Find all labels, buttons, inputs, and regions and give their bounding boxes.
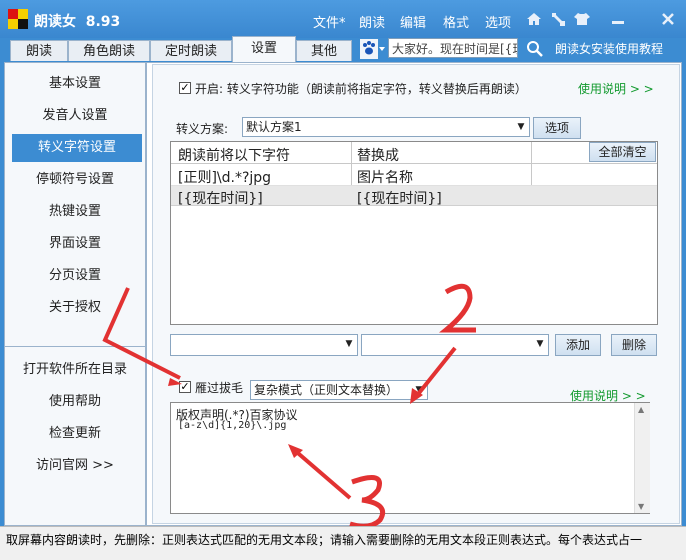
enable-escape-checkbox[interactable]: ✓ bbox=[179, 82, 191, 94]
sidebar-divider bbox=[4, 346, 146, 347]
chevron-down-icon: ▼ bbox=[536, 339, 544, 349]
home-icon[interactable] bbox=[525, 10, 543, 28]
chevron-down-icon: ▼ bbox=[345, 339, 353, 349]
search-icon[interactable] bbox=[526, 40, 544, 58]
table-cell[interactable]: 图片名称 bbox=[357, 167, 413, 187]
app-logo bbox=[8, 9, 28, 29]
filter-label: 雁过拔毛 bbox=[195, 381, 244, 395]
help-link[interactable]: 使用帮助 bbox=[4, 388, 146, 416]
sidebar-item-hotkeys[interactable]: 热键设置 bbox=[4, 198, 146, 226]
install-tutorial-link[interactable]: 朗读女安装使用教程 bbox=[555, 40, 663, 57]
shirt-icon[interactable] bbox=[573, 10, 591, 28]
tab-other[interactable]: 其他 bbox=[296, 40, 352, 61]
close-icon[interactable] bbox=[659, 10, 677, 28]
menu-edit[interactable]: 编辑 bbox=[400, 12, 426, 31]
filter-mode-value: 复杂模式（正则文本替换） bbox=[254, 383, 399, 397]
scheme-value: 默认方案1 bbox=[246, 120, 302, 134]
tools-icon[interactable] bbox=[549, 10, 567, 28]
chevron-down-icon: ▼ bbox=[415, 385, 423, 395]
filter-checkbox[interactable]: ✓ bbox=[179, 381, 191, 393]
source-text-input[interactable]: ▼ bbox=[170, 334, 358, 356]
tab-role-read[interactable]: 角色朗读 bbox=[68, 40, 150, 61]
sidebar-item-escape-chars[interactable]: 转义字符设置 bbox=[12, 134, 142, 162]
sidebar-item-license[interactable]: 关于授权 bbox=[4, 294, 146, 322]
window-title: 朗读女 8.93 bbox=[34, 14, 121, 30]
filter-text-line[interactable]: [a-z\d]{1,20}\.jpg bbox=[178, 420, 286, 431]
scheme-label: 转义方案: bbox=[176, 122, 229, 136]
tab-read[interactable]: 朗读 bbox=[10, 40, 68, 61]
delete-button[interactable]: 删除 bbox=[611, 334, 657, 356]
table-cell[interactable]: [{现在时间}] bbox=[178, 188, 263, 208]
menu-read[interactable]: 朗读 bbox=[359, 12, 385, 31]
sidebar-item-interface[interactable]: 界面设置 bbox=[4, 230, 146, 258]
scheme-select[interactable]: 默认方案1 ▼ bbox=[242, 117, 530, 137]
check-update-link[interactable]: 检查更新 bbox=[4, 420, 146, 448]
clear-all-button[interactable]: 全部清空 bbox=[589, 142, 656, 162]
table-cell[interactable]: [正则]\d.*?jpg bbox=[178, 167, 271, 187]
enable-escape-label: 开启: 转义字符功能（朗读前将指定字符，转义替换后再朗读） bbox=[195, 82, 527, 96]
column-header-replace: 替换成 bbox=[357, 148, 399, 164]
status-text: 取屏幕内容朗读时，先删除：正则表达式匹配的无用文本段；请输入需要删除的无用文本段… bbox=[6, 533, 643, 547]
sidebar-item-paging[interactable]: 分页设置 bbox=[4, 262, 146, 290]
open-folder-link[interactable]: 打开软件所在目录 bbox=[4, 356, 146, 384]
add-button[interactable]: 添加 bbox=[555, 334, 601, 356]
escape-help-link[interactable]: 使用说明 > > bbox=[578, 80, 654, 97]
options-button[interactable]: 选项 bbox=[533, 117, 581, 139]
table-cell[interactable]: [{现在时间}] bbox=[357, 188, 442, 208]
filter-mode-select[interactable]: 复杂模式（正则文本替换） ▼ bbox=[250, 380, 428, 400]
column-header-source: 朗读前将以下字符 bbox=[178, 148, 290, 164]
tab-settings[interactable]: 设置 bbox=[232, 36, 296, 62]
minimize-icon[interactable] bbox=[609, 10, 627, 28]
tab-timed-read[interactable]: 定时朗读 bbox=[150, 40, 232, 61]
replace-text-input[interactable]: ▼ bbox=[361, 334, 549, 356]
chevron-down-icon: ▼ bbox=[517, 122, 525, 132]
sidebar-item-pause-symbols[interactable]: 停顿符号设置 bbox=[4, 166, 146, 194]
sidebar-item-basic[interactable]: 基本设置 bbox=[4, 70, 146, 98]
paw-icon[interactable] bbox=[360, 39, 386, 59]
visit-website-link[interactable]: 访问官网 >> bbox=[4, 452, 146, 480]
filter-text-scrollbar[interactable]: ▲ ▼ bbox=[634, 403, 650, 513]
menu-format[interactable]: 格式 bbox=[443, 12, 469, 31]
menu-options[interactable]: 选项 bbox=[485, 12, 511, 31]
search-input[interactable]: 大家好。现在时间是[{现 bbox=[388, 38, 518, 58]
sidebar-item-voice[interactable]: 发音人设置 bbox=[4, 102, 146, 130]
menu-file[interactable]: 文件* bbox=[313, 12, 346, 31]
